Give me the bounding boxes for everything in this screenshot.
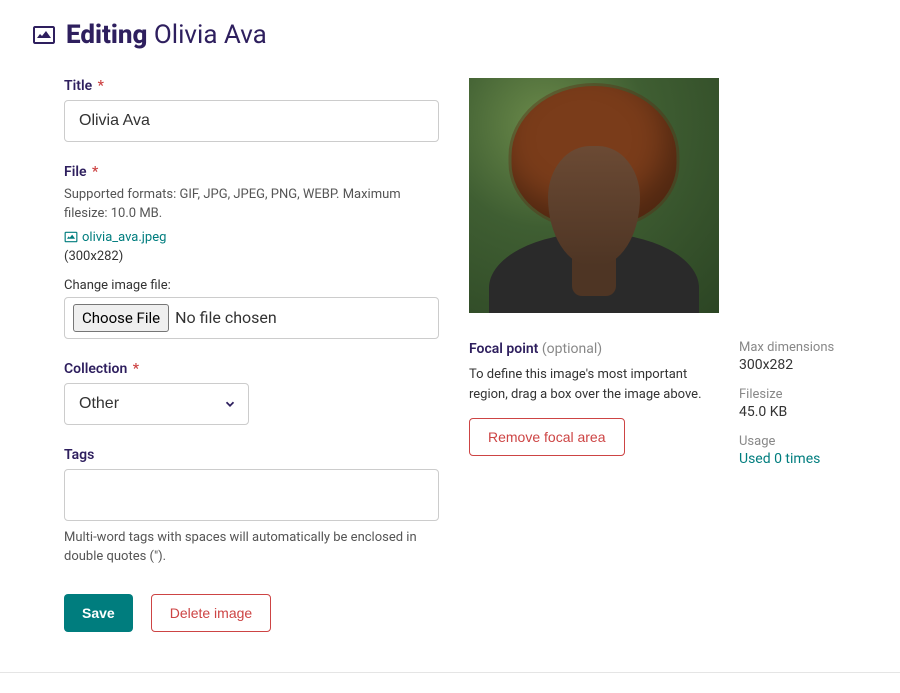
change-file-label: Change image file:: [64, 278, 439, 293]
focal-column: Focal point (optional) To define this im…: [469, 78, 719, 456]
required-mark: *: [92, 164, 98, 180]
footer-divider: [0, 672, 900, 673]
action-buttons: Save Delete image: [64, 594, 439, 632]
image-name: Olivia Ava: [154, 20, 267, 50]
delete-image-button[interactable]: Delete image: [151, 594, 272, 632]
save-button[interactable]: Save: [64, 594, 133, 632]
editing-label: Editing: [66, 20, 147, 50]
required-mark: *: [98, 78, 104, 94]
focal-point-label: Focal point (optional): [469, 341, 719, 357]
current-file-link[interactable]: olivia_ava.jpeg: [82, 230, 166, 245]
max-dimensions-value: 300x282: [739, 357, 834, 373]
tags-help-text: Multi-word tags with spaces will automat…: [64, 529, 439, 567]
tags-input[interactable]: [64, 469, 439, 521]
max-dimensions-label: Max dimensions: [739, 340, 834, 355]
title-field-group: Title *: [64, 78, 439, 142]
page-header: Editing Olivia Ava: [32, 20, 868, 50]
image-icon: [32, 23, 56, 47]
filesize-value: 45.0 KB: [739, 404, 834, 420]
focal-point-help: To define this image's most important re…: [469, 365, 719, 404]
usage-label: Usage: [739, 434, 834, 449]
image-preview[interactable]: [469, 78, 719, 313]
remove-focal-area-button[interactable]: Remove focal area: [469, 418, 625, 456]
title-input[interactable]: [64, 100, 439, 142]
tags-field-group: Tags Multi-word tags with spaces will au…: [64, 447, 439, 567]
file-help-text: Supported formats: GIF, JPG, JPEG, PNG, …: [64, 186, 439, 224]
collection-field-group: Collection * Other: [64, 361, 439, 425]
page-title: Editing Olivia Ava: [66, 20, 267, 50]
collection-select[interactable]: Other: [64, 383, 249, 425]
usage-link[interactable]: Used 0 times: [739, 451, 834, 467]
file-dimensions: (300x282): [64, 249, 439, 264]
file-field-group: File * Supported formats: GIF, JPG, JPEG…: [64, 164, 439, 339]
filesize-label: Filesize: [739, 387, 834, 402]
form-column: Title * File * Supported formats: GIF, J…: [64, 78, 439, 632]
title-label: Title *: [64, 78, 439, 94]
no-file-chosen-text: No file chosen: [175, 308, 277, 327]
file-label: File *: [64, 164, 439, 180]
image-icon: [64, 230, 78, 244]
optional-text: (optional): [542, 341, 602, 357]
current-file-row: olivia_ava.jpeg: [64, 230, 439, 245]
metadata-column: Max dimensions 300x282 Filesize 45.0 KB …: [739, 78, 834, 467]
required-mark: *: [133, 361, 139, 377]
choose-file-button[interactable]: Choose File: [73, 304, 169, 332]
file-chooser[interactable]: Choose File No file chosen: [64, 297, 439, 339]
collection-label: Collection *: [64, 361, 439, 377]
tags-label: Tags: [64, 447, 439, 463]
